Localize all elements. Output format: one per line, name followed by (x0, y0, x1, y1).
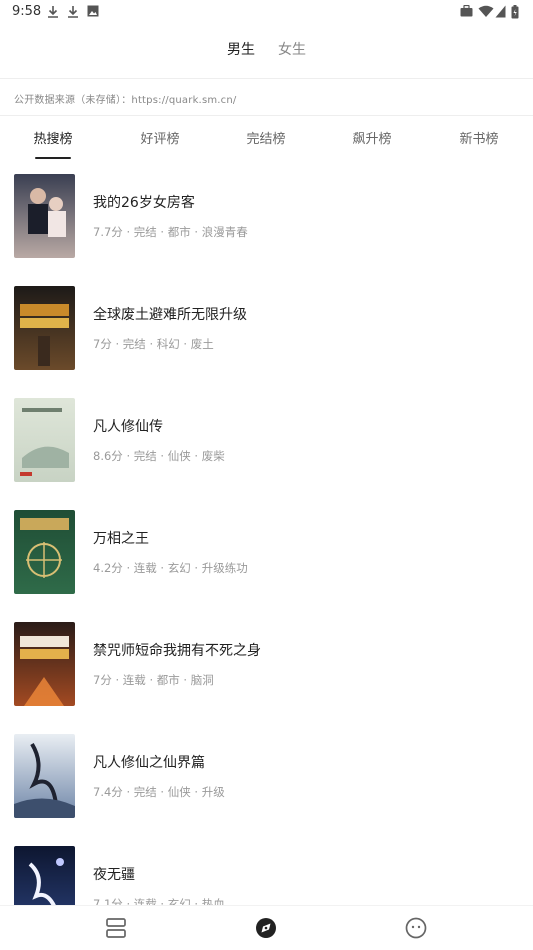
list-item[interactable]: 凡人修仙之仙界篇 7.4分 · 完结 · 仙侠 · 升级 (0, 720, 533, 832)
battery-icon (511, 5, 519, 19)
compass-icon[interactable] (254, 916, 278, 940)
tab-male[interactable]: 男生 (227, 38, 255, 62)
status-bar: 9:58 (0, 0, 533, 24)
tab-top-rated[interactable]: 好评榜 (115, 128, 205, 147)
bottom-nav (0, 905, 533, 950)
book-meta: 7分 · 完结 · 科幻 · 废土 (93, 337, 214, 351)
wifi-icon (478, 5, 494, 17)
book-cover[interactable] (14, 286, 75, 370)
book-title: 禁咒师短命我拥有不死之身 (93, 643, 261, 659)
tab-new-books[interactable]: 新书榜 (434, 128, 524, 147)
download-icon (68, 6, 78, 18)
tab-hot-search[interactable]: 热搜榜 (8, 128, 98, 147)
tab-completed[interactable]: 完结榜 (221, 128, 311, 147)
status-time: 9:58 (12, 4, 42, 19)
book-cover[interactable] (14, 398, 75, 482)
divider (0, 78, 533, 79)
list-item[interactable]: 全球废土避难所无限升级 7分 · 完结 · 科幻 · 废土 (0, 272, 533, 384)
book-title: 万相之王 (93, 531, 149, 547)
list-item[interactable]: 禁咒师短命我拥有不死之身 7分 · 连载 · 都市 · 脑洞 (0, 608, 533, 720)
ranking-tabs: 热搜榜 好评榜 完结榜 飙升榜 新书榜 (0, 128, 533, 160)
book-cover[interactable] (14, 734, 75, 818)
data-source-note: 公开数据来源（未存储）：https://quark.sm.cn/ (14, 95, 237, 106)
book-title: 全球废土避难所无限升级 (93, 307, 247, 323)
book-title: 我的26岁女房客 (93, 195, 195, 211)
list-item[interactable]: 凡人修仙传 8.6分 · 完结 · 仙侠 · 废柴 (0, 384, 533, 496)
book-title: 凡人修仙传 (93, 419, 163, 435)
divider (0, 115, 533, 116)
active-tab-indicator (35, 157, 71, 159)
list-item[interactable]: 我的26岁女房客 7.7分 · 完结 · 都市 · 浪漫青春 (0, 160, 533, 272)
list-item[interactable]: 万相之王 4.2分 · 连载 · 玄幻 · 升级练功 (0, 496, 533, 608)
book-title: 夜无疆 (93, 867, 135, 883)
image-icon (87, 5, 99, 17)
tab-rising[interactable]: 飙升榜 (327, 128, 417, 147)
tab-female[interactable]: 女生 (278, 38, 306, 62)
signal-icon (495, 5, 506, 18)
gender-tabs: 男生 女生 (0, 38, 533, 66)
book-cover[interactable] (14, 622, 75, 706)
list-item[interactable]: 夜无疆 7.1分 · 连载 · 玄幻 · 热血 (0, 832, 533, 905)
book-meta: 8.6分 · 完结 · 仙侠 · 废柴 (93, 449, 225, 463)
book-meta: 4.2分 · 连载 · 玄幻 · 升级练功 (93, 561, 248, 575)
bookshelf-icon[interactable] (104, 916, 128, 940)
book-list: 我的26岁女房客 7.7分 · 完结 · 都市 · 浪漫青春 全球废土避难所无限… (0, 160, 533, 905)
download-icon (48, 6, 58, 18)
book-cover[interactable] (14, 510, 75, 594)
briefcase-icon (460, 5, 473, 17)
book-meta: 7分 · 连载 · 都市 · 脑洞 (93, 673, 214, 687)
smile-icon[interactable] (404, 916, 428, 940)
book-title: 凡人修仙之仙界篇 (93, 755, 205, 771)
book-cover[interactable] (14, 174, 75, 258)
book-meta: 7.4分 · 完结 · 仙侠 · 升级 (93, 785, 225, 799)
book-meta: 7.1分 · 连载 · 玄幻 · 热血 (93, 897, 225, 905)
book-meta: 7.7分 · 完结 · 都市 · 浪漫青春 (93, 225, 248, 239)
book-cover[interactable] (14, 846, 75, 905)
